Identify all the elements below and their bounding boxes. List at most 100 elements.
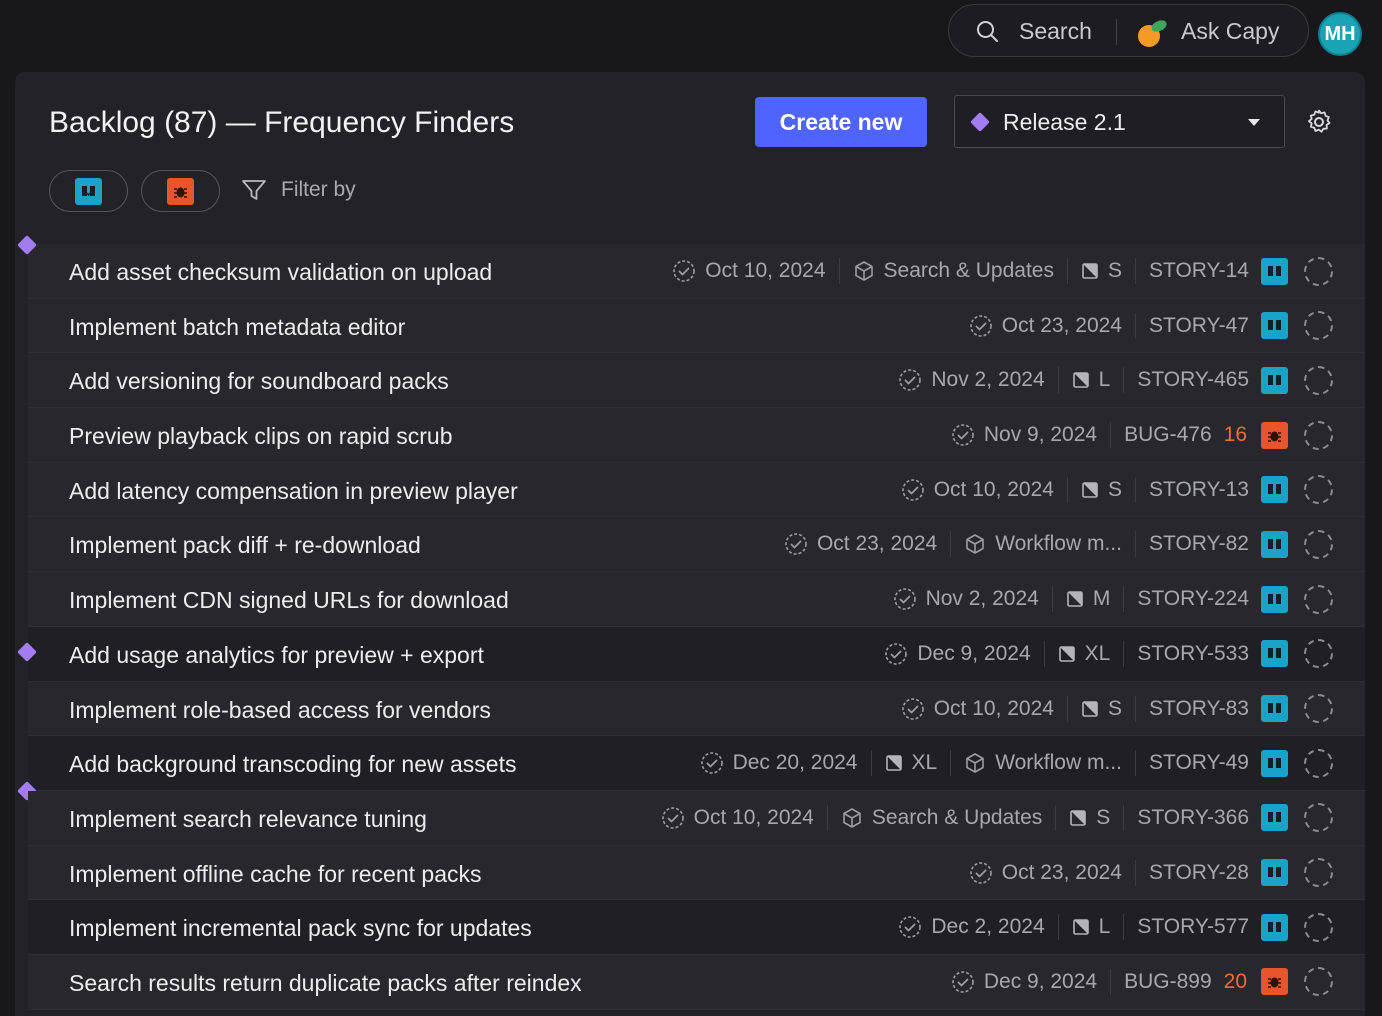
- epic-tag[interactable]: Search & Updates: [841, 806, 1042, 830]
- backlog-row[interactable]: Implement offline cache for recent packs…: [28, 845, 1365, 901]
- backlog-row[interactable]: Preview playback clips on rapid scrub Nov…: [28, 408, 1365, 463]
- bug-filter-chip[interactable]: [141, 170, 220, 212]
- due-date-text: Oct 10, 2024: [705, 259, 826, 282]
- size-estimate[interactable]: M: [1066, 587, 1110, 611]
- meta-divider: [1134, 859, 1136, 886]
- epic-tag[interactable]: Search & Updates: [853, 259, 1054, 283]
- due-date[interactable]: Nov 2, 2024: [898, 368, 1045, 392]
- due-date[interactable]: Oct 10, 2024: [661, 806, 814, 830]
- issue-key[interactable]: STORY-83: [1149, 697, 1249, 721]
- status-circle-icon[interactable]: [1304, 694, 1333, 723]
- avatar[interactable]: MH: [1318, 12, 1362, 56]
- status-circle-icon[interactable]: [1304, 420, 1333, 450]
- backlog-row[interactable]: Add background transcoding for new asset…: [17, 736, 1365, 802]
- due-date[interactable]: Dec 20, 2024: [700, 751, 858, 775]
- backlog-row[interactable]: Implement search relevance tuning Oct 10,…: [28, 790, 1365, 846]
- backlog-row[interactable]: Add usage analytics for preview + export…: [17, 626, 1365, 682]
- row-title[interactable]: Add background transcoding for new asset…: [69, 751, 517, 778]
- backlog-row[interactable]: Add asset checksum validation on upload O…: [17, 235, 1365, 299]
- row-title[interactable]: Preview playback clips on rapid scrub: [69, 423, 453, 450]
- issue-key[interactable]: STORY-577: [1137, 915, 1249, 939]
- due-date[interactable]: Dec 2, 2024: [898, 915, 1045, 939]
- row-title[interactable]: Implement role-based access for vendors: [69, 697, 491, 724]
- create-new-button[interactable]: Create new: [755, 97, 927, 147]
- search-label[interactable]: Search: [1019, 18, 1092, 45]
- due-date[interactable]: Oct 10, 2024: [901, 478, 1054, 502]
- row-meta: Oct 23, 2024 Workflow m... STORY-82: [784, 517, 1333, 571]
- issue-key[interactable]: STORY-82: [1149, 532, 1249, 556]
- story-filter-chip[interactable]: [49, 170, 128, 212]
- issue-key[interactable]: STORY-28: [1149, 861, 1249, 885]
- size-estimate[interactable]: S: [1081, 478, 1122, 502]
- status-circle-icon[interactable]: [1304, 256, 1333, 286]
- due-date[interactable]: Oct 23, 2024: [784, 532, 937, 556]
- search-bar[interactable]: Search Ask Capy: [948, 4, 1309, 57]
- due-date[interactable]: Oct 23, 2024: [969, 314, 1122, 338]
- due-date[interactable]: Oct 10, 2024: [672, 259, 826, 283]
- row-meta: Oct 10, 2024 S STORY-83: [901, 682, 1333, 736]
- status-circle-icon[interactable]: [1304, 529, 1333, 559]
- chevron-down-icon: [1248, 119, 1260, 126]
- status-circle-icon[interactable]: [1304, 967, 1333, 997]
- size-estimate[interactable]: XL: [1058, 642, 1110, 666]
- status-circle-icon[interactable]: [1304, 803, 1333, 833]
- filter-by-button[interactable]: Filter by: [241, 178, 356, 202]
- gear-icon[interactable]: [1305, 108, 1333, 136]
- size-estimate[interactable]: L: [1072, 915, 1110, 939]
- backlog-row[interactable]: Implement pack diff + re-download Oct 23,…: [28, 517, 1365, 573]
- row-title[interactable]: Implement incremental pack sync for upda…: [69, 915, 532, 942]
- epic-cube-icon: [841, 807, 863, 829]
- backlog-row[interactable]: Search results return duplicate packs af…: [28, 954, 1365, 1010]
- size-estimate[interactable]: S: [1081, 259, 1122, 283]
- status-circle-icon[interactable]: [1304, 311, 1333, 341]
- row-title[interactable]: Add usage analytics for preview + export: [69, 642, 484, 669]
- backlog-row[interactable]: Implement incremental pack sync for upda…: [28, 900, 1365, 955]
- status-circle-icon[interactable]: [1304, 584, 1333, 614]
- epic-tag[interactable]: Workflow m...: [964, 751, 1122, 775]
- due-date[interactable]: Dec 9, 2024: [951, 970, 1097, 994]
- due-date[interactable]: Oct 10, 2024: [901, 697, 1054, 721]
- issue-key[interactable]: STORY-14: [1149, 259, 1249, 283]
- issue-key[interactable]: BUG-899: [1124, 970, 1212, 994]
- backlog-row[interactable]: Add latency compensation in preview play…: [28, 462, 1365, 518]
- row-title[interactable]: Implement CDN signed URLs for download: [69, 587, 509, 614]
- size-estimate[interactable]: XL: [885, 751, 937, 775]
- row-title[interactable]: Implement batch metadata editor: [69, 314, 405, 341]
- release-select[interactable]: Release 2.1: [954, 95, 1285, 148]
- due-date[interactable]: Nov 9, 2024: [951, 423, 1097, 447]
- row-title[interactable]: Implement search relevance tuning: [69, 806, 427, 833]
- epic-tag[interactable]: Workflow m...: [964, 532, 1122, 556]
- size-estimate[interactable]: L: [1072, 368, 1110, 392]
- bug-points: 16: [1223, 423, 1247, 447]
- due-date[interactable]: Dec 9, 2024: [884, 642, 1031, 666]
- size-estimate[interactable]: S: [1081, 697, 1122, 721]
- row-title[interactable]: Implement pack diff + re-download: [69, 532, 421, 559]
- size-estimate[interactable]: S: [1069, 806, 1110, 830]
- issue-key[interactable]: BUG-476: [1124, 423, 1212, 447]
- due-date[interactable]: Oct 23, 2024: [969, 861, 1122, 885]
- ask-capy-button[interactable]: Ask Capy: [1181, 18, 1279, 45]
- status-circle-icon[interactable]: [1304, 639, 1333, 669]
- backlog-row[interactable]: Add versioning for soundboard packs Nov 2…: [28, 353, 1365, 409]
- issue-key[interactable]: STORY-49: [1149, 751, 1249, 775]
- row-title[interactable]: Implement offline cache for recent packs: [69, 861, 482, 888]
- issue-key[interactable]: STORY-465: [1137, 368, 1249, 392]
- row-title[interactable]: Add versioning for soundboard packs: [69, 368, 449, 395]
- issue-key[interactable]: STORY-224: [1137, 587, 1249, 611]
- backlog-row[interactable]: Implement CDN signed URLs for download No…: [28, 572, 1365, 627]
- issue-key[interactable]: STORY-366: [1137, 806, 1249, 830]
- status-circle-icon[interactable]: [1304, 858, 1333, 888]
- row-title[interactable]: Search results return duplicate packs af…: [69, 970, 582, 997]
- backlog-row[interactable]: Implement batch metadata editor Oct 23, 2…: [28, 298, 1365, 354]
- issue-key[interactable]: STORY-13: [1149, 478, 1249, 502]
- backlog-row[interactable]: Implement role-based access for vendors O…: [28, 681, 1365, 737]
- due-date[interactable]: Nov 2, 2024: [893, 587, 1039, 611]
- status-circle-icon[interactable]: [1304, 748, 1333, 778]
- status-circle-icon[interactable]: [1304, 365, 1333, 395]
- issue-key[interactable]: STORY-533: [1137, 642, 1249, 666]
- status-circle-icon[interactable]: [1304, 475, 1333, 505]
- status-circle-icon[interactable]: [1304, 912, 1333, 942]
- issue-key[interactable]: STORY-47: [1149, 314, 1249, 338]
- row-title[interactable]: Add latency compensation in preview play…: [69, 478, 518, 505]
- row-title[interactable]: Add asset checksum validation on upload: [69, 259, 492, 286]
